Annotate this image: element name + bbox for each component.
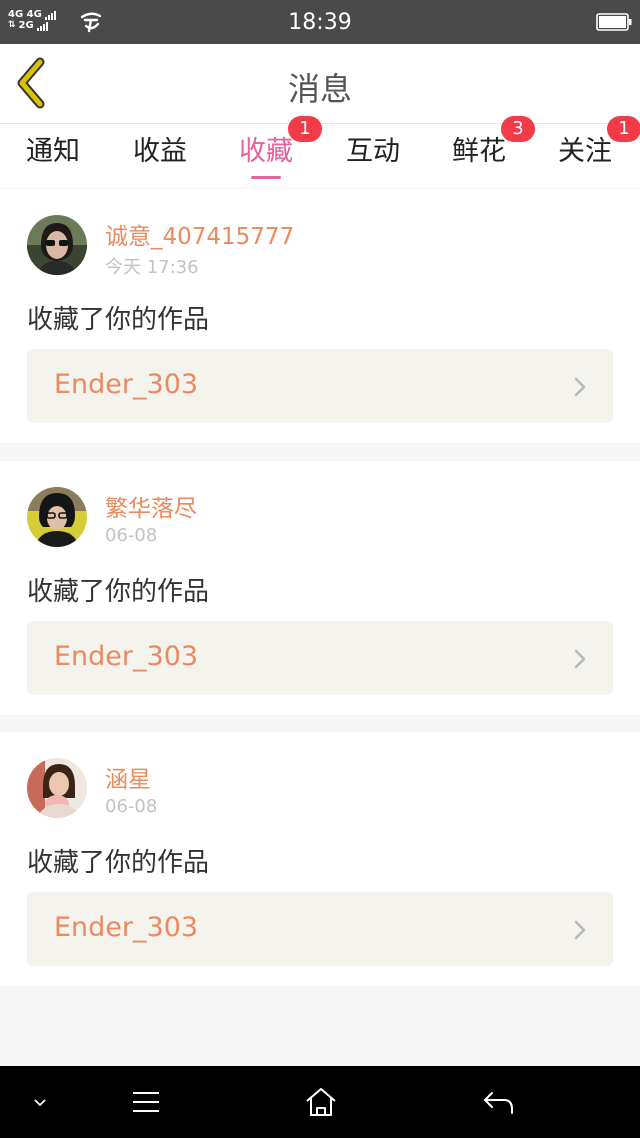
message-card: 诚意_407415777 今天 17:36 收藏了你的作品 Ender_303 [0, 189, 640, 443]
badge-count: 1 [607, 116, 640, 142]
avatar[interactable] [27, 487, 87, 547]
work-title: Ender_303 [54, 912, 199, 943]
avatar[interactable] [27, 215, 87, 275]
username[interactable]: 繁华落尽 [105, 489, 197, 523]
status-time: 18:39 [288, 10, 352, 35]
timestamp: 06-08 [105, 796, 158, 817]
tab-label: 互动 [346, 136, 400, 167]
tab-bar: 通知 收益 收藏 1 互动 鲜花 3 关注 1 [0, 116, 640, 188]
battery-icon [596, 13, 632, 31]
tab-label: 收益 [133, 136, 187, 167]
chevron-right-icon [574, 649, 586, 669]
page-title: 消息 [287, 70, 352, 108]
menu-icon[interactable] [126, 1084, 166, 1120]
tab-label: 鲜花 [452, 136, 506, 167]
tab-flowers[interactable]: 鲜花 3 [426, 116, 535, 188]
message-card: 涵星 06-08 收藏了你的作品 Ender_303 [0, 732, 640, 986]
badge-count: 3 [501, 116, 535, 142]
status-bar: 4G 4G ⇅ 2G 18:39 [0, 0, 640, 44]
action-text: 收藏了你的作品 [27, 848, 210, 878]
avatar[interactable] [27, 758, 87, 818]
nav-bar [0, 1066, 640, 1138]
active-tab-indicator [251, 176, 281, 179]
timestamp: 今天 17:36 [105, 257, 199, 278]
tab-earnings[interactable]: 收益 [107, 124, 213, 188]
tab-favorites[interactable]: 收藏 1 [213, 116, 322, 188]
tab-notifications[interactable]: 通知 [0, 124, 106, 188]
chevron-down-icon[interactable] [20, 1084, 60, 1120]
back-arrow-icon[interactable] [478, 1084, 518, 1120]
badge-count: 1 [288, 116, 322, 142]
header: 消息 [0, 44, 640, 124]
chevron-right-icon [574, 920, 586, 940]
message-card: 繁华落尽 06-08 收藏了你的作品 Ender_303 [0, 461, 640, 715]
username[interactable]: 涵星 [105, 760, 151, 794]
work-title: Ender_303 [54, 369, 199, 400]
tab-label: 通知 [26, 136, 80, 167]
work-title: Ender_303 [54, 641, 199, 672]
chevron-right-icon [574, 377, 586, 397]
tab-follows[interactable]: 关注 1 [532, 116, 640, 188]
work-link[interactable]: Ender_303 [27, 621, 613, 695]
timestamp: 06-08 [105, 525, 158, 546]
tab-label: 关注 [558, 136, 612, 167]
work-link[interactable]: Ender_303 [27, 349, 613, 423]
username[interactable]: 诚意_407415777 [105, 217, 294, 251]
tab-label: 收藏 [239, 136, 293, 167]
action-text: 收藏了你的作品 [27, 305, 210, 335]
work-link[interactable]: Ender_303 [27, 892, 613, 966]
action-text: 收藏了你的作品 [27, 577, 210, 607]
tab-interactions[interactable]: 互动 [320, 124, 426, 188]
home-icon[interactable] [301, 1084, 341, 1120]
